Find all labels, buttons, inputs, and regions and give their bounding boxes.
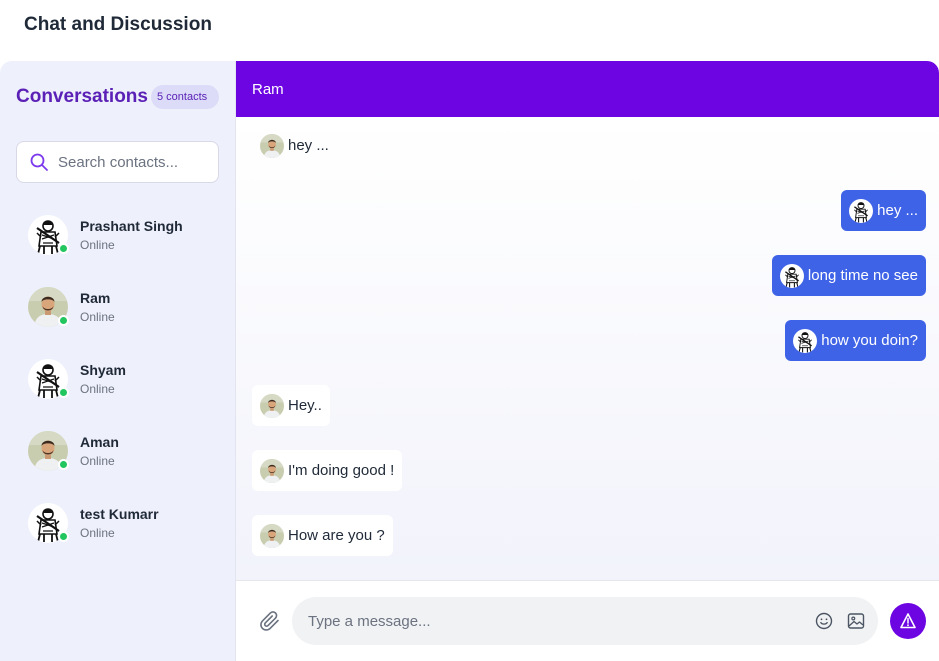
sender-avatar — [260, 459, 284, 483]
contact-status: Online — [80, 526, 115, 540]
chat-contact-name: Ram — [252, 80, 284, 98]
contact-avatar — [28, 503, 69, 543]
contact-name: Prashant Singh — [80, 218, 183, 234]
contact-item[interactable]: Aman Online — [0, 415, 235, 487]
message-input-wrapper — [292, 597, 878, 645]
conversations-title: Conversations — [16, 86, 148, 107]
send-icon — [900, 613, 916, 629]
online-status-dot — [58, 315, 69, 326]
contact-text: Shyam Online — [80, 362, 126, 396]
contact-status: Online — [80, 310, 115, 324]
contact-status: Online — [80, 454, 115, 468]
chat-area: Ram hey ... hey ... long time no see how yo… — [236, 61, 939, 661]
contact-avatar — [28, 215, 69, 255]
message-text: I'm doing good ! — [288, 462, 395, 479]
sender-avatar — [849, 199, 873, 223]
contact-avatar — [28, 359, 69, 399]
outgoing-message: how you doin? — [252, 320, 926, 361]
message-bubble[interactable]: I'm doing good ! — [252, 450, 403, 491]
incoming-message: hey ... — [252, 125, 926, 166]
message-text: How are you ? — [288, 527, 385, 544]
contact-item[interactable]: test Kumarr Online — [0, 487, 235, 559]
contact-name: Ram — [80, 290, 111, 306]
outgoing-message: long time no see — [252, 255, 926, 296]
contact-status: Online — [80, 238, 115, 252]
sender-avatar — [793, 329, 817, 353]
contact-text: Aman Online — [80, 434, 119, 468]
contact-avatar — [28, 287, 69, 327]
contact-status: Online — [80, 382, 115, 396]
message-bubble[interactable]: hey ... — [252, 125, 337, 166]
message-text: how you doin? — [821, 332, 918, 349]
search-input[interactable] — [58, 153, 208, 171]
message-bubble[interactable]: How are you ? — [252, 515, 393, 556]
emoji-icon[interactable] — [814, 611, 834, 631]
online-status-dot — [58, 387, 69, 398]
contact-text: Prashant Singh Online — [80, 218, 183, 252]
contact-avatar — [28, 431, 69, 471]
contact-item[interactable]: Prashant Singh Online — [0, 199, 235, 271]
page-title: Chat and Discussion — [24, 13, 212, 35]
chat-panel: Conversations 5 contacts Prashant Singh O… — [0, 61, 939, 661]
sender-avatar — [260, 394, 284, 418]
online-status-dot — [58, 459, 69, 470]
contact-name: Aman — [80, 434, 119, 450]
message-text: hey ... — [877, 202, 918, 219]
sidebar-header: Conversations 5 contacts — [0, 61, 235, 117]
message-bubble[interactable]: long time no see — [771, 255, 926, 296]
sender-avatar — [260, 134, 284, 158]
contact-name: Shyam — [80, 362, 126, 378]
page-header: Chat and Discussion — [0, 0, 939, 61]
sender-avatar — [780, 264, 804, 288]
incoming-message: How are you ? — [252, 515, 926, 556]
message-text: long time no see — [807, 267, 918, 284]
conversations-sidebar: Conversations 5 contacts Prashant Singh O… — [0, 61, 236, 661]
image-icon[interactable] — [846, 611, 866, 631]
contacts-list: Prashant Singh Online Ram Online Shyam Online… — [0, 199, 235, 559]
send-button[interactable] — [890, 603, 926, 639]
contact-text: test Kumarr Online — [80, 506, 159, 540]
contact-item[interactable]: Ram Online — [0, 271, 235, 343]
message-bubble[interactable]: Hey.. — [252, 385, 330, 426]
messages-area[interactable]: hey ... hey ... long time no see how you do… — [236, 117, 939, 580]
chat-header: Ram — [236, 61, 939, 117]
message-text: hey ... — [288, 137, 329, 154]
search-box[interactable] — [16, 141, 219, 183]
chat-page: Chat and Discussion Conversations 5 cont… — [0, 0, 939, 661]
contact-text: Ram Online — [80, 290, 115, 324]
outgoing-message: hey ... — [252, 190, 926, 231]
sender-avatar — [260, 524, 284, 548]
online-status-dot — [58, 531, 69, 542]
contact-name: test Kumarr — [80, 506, 159, 522]
search-icon — [30, 153, 48, 171]
contacts-count-badge: 5 contacts — [150, 85, 219, 109]
online-status-dot — [58, 243, 69, 254]
paperclip-icon[interactable] — [258, 609, 282, 633]
contact-item[interactable]: Shyam Online — [0, 343, 235, 415]
incoming-message: I'm doing good ! — [252, 450, 926, 491]
incoming-message: Hey.. — [252, 385, 926, 426]
message-text: Hey.. — [288, 397, 322, 414]
message-input[interactable] — [308, 612, 802, 630]
message-composer — [236, 580, 939, 661]
message-bubble[interactable]: how you doin? — [785, 320, 926, 361]
message-bubble[interactable]: hey ... — [841, 190, 926, 231]
